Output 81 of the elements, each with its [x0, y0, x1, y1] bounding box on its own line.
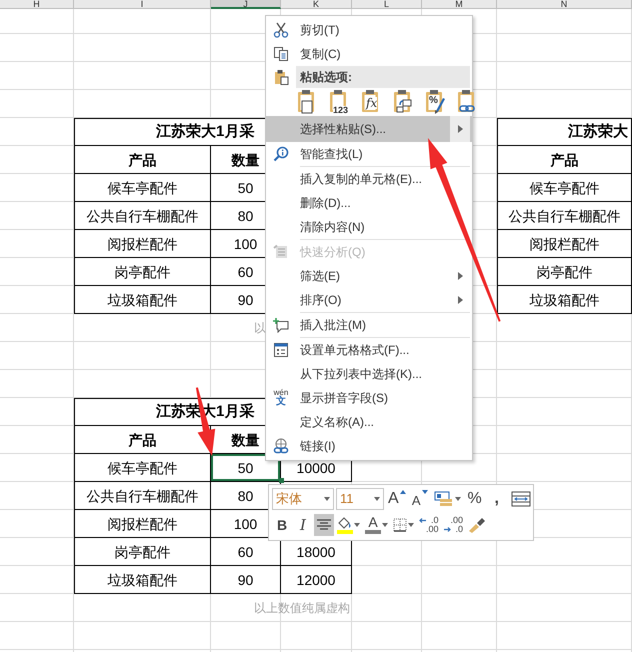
arrow-icon — [444, 527, 451, 532]
table-cell: 阅报栏配件 — [74, 510, 211, 538]
table-cell: 候车亭配件 — [497, 174, 632, 202]
menu-item[interactable]: 从下拉列表中选择(K)... — [266, 362, 472, 386]
caret-icon — [374, 497, 380, 501]
clipboard-icon — [424, 89, 448, 115]
comma-button[interactable]: , — [486, 488, 507, 510]
merge-icon — [510, 491, 531, 507]
caret-icon — [408, 523, 414, 527]
clipboard-icon — [274, 69, 290, 85]
table-cell: 公共自行车棚配件 — [497, 202, 632, 230]
table-cell: 岗亭配件 — [74, 538, 211, 566]
fill-handle[interactable] — [279, 478, 284, 483]
menu-item[interactable]: 选择性粘贴(S)... — [266, 116, 472, 142]
copy-icon — [273, 46, 289, 62]
paste-option-button[interactable]: fx — [360, 89, 384, 115]
menu-item[interactable]: 插入批注(M) — [266, 313, 472, 337]
table-cell: 候车亭配件 — [74, 454, 211, 482]
caret-icon — [324, 497, 330, 501]
form-icon — [273, 342, 289, 358]
submenu-arrow-icon — [458, 125, 462, 133]
cell-styles-icon — [434, 491, 454, 507]
font-color-button[interactable]: A — [363, 514, 390, 536]
triangle-up-icon — [400, 490, 406, 494]
magnifier-icon — [273, 146, 289, 162]
shrink-font-button[interactable]: A — [410, 488, 430, 510]
menu-item[interactable]: 设置单元格格式(F)... — [266, 338, 472, 362]
globe-link-icon — [273, 438, 289, 454]
footnote: 以上数值纯属虚构 — [254, 600, 350, 617]
section-header: 粘贴选项: — [296, 66, 470, 88]
document-icon — [273, 244, 289, 260]
table-title: 江苏荣大 — [497, 118, 632, 146]
scissors-icon — [273, 22, 289, 38]
table-cell: 垃圾箱配件 — [74, 286, 211, 314]
table-cell: 50 — [211, 454, 281, 482]
table-cell: 阅报栏配件 — [74, 230, 211, 258]
italic-button[interactable]: I — [293, 514, 313, 536]
table-cell: 公共自行车棚配件 — [74, 202, 211, 230]
column-header[interactable]: M — [422, 0, 497, 9]
font-size-field[interactable]: 11 — [336, 488, 384, 510]
column-header[interactable]: H — [0, 0, 74, 9]
paintbrush-icon — [468, 517, 486, 533]
align-center-button[interactable] — [314, 514, 334, 536]
caret-icon — [354, 523, 360, 527]
table-cell: 垃圾箱配件 — [74, 566, 211, 594]
align-center-icon — [317, 519, 331, 531]
table-cell: 60 — [211, 538, 281, 566]
column-heading: 产品 — [74, 426, 211, 454]
submenu-arrow-icon — [458, 272, 462, 280]
comment-icon — [273, 317, 289, 333]
table-cell: 阅报栏配件 — [497, 230, 632, 258]
table-cell: 岗亭配件 — [497, 258, 632, 286]
paste-option-button[interactable]: % — [424, 89, 448, 115]
footnote: 以 — [254, 320, 266, 337]
menu-item[interactable]: 复制(C) — [266, 42, 472, 66]
percent-button[interactable]: % — [464, 488, 485, 510]
decrease-decimal-button[interactable]: .00 .0 — [442, 514, 466, 536]
paint-bucket-icon — [337, 516, 353, 528]
column-heading: 产品 — [497, 146, 632, 174]
column-header[interactable]: L — [352, 0, 422, 9]
table-cell: 岗亭配件 — [74, 258, 211, 286]
column-header[interactable]: I — [74, 0, 211, 9]
triangle-down-icon — [422, 490, 428, 494]
table-cell: 90 — [211, 566, 281, 594]
borders-icon — [393, 518, 407, 532]
table-cell: 公共自行车棚配件 — [74, 482, 211, 510]
grow-font-button[interactable]: A — [386, 488, 408, 510]
table-cell: 候车亭配件 — [74, 174, 211, 202]
paste-option-button[interactable]: 123 — [328, 89, 352, 115]
arrow-icon — [419, 518, 426, 523]
caret-icon — [454, 497, 461, 501]
caret-icon — [382, 523, 388, 527]
submenu-arrow-icon — [458, 296, 462, 304]
column-header[interactable]: N — [497, 0, 632, 9]
column-header[interactable]: J — [211, 0, 281, 9]
increase-decimal-button[interactable]: .0 .00 — [417, 514, 441, 536]
menu-item[interactable]: 剪切(T) — [266, 18, 472, 42]
column-heading: 产品 — [74, 146, 211, 174]
column-header[interactable]: K — [281, 0, 352, 9]
table-cell: 垃圾箱配件 — [497, 286, 632, 314]
table-cell: 12000 — [281, 566, 352, 594]
